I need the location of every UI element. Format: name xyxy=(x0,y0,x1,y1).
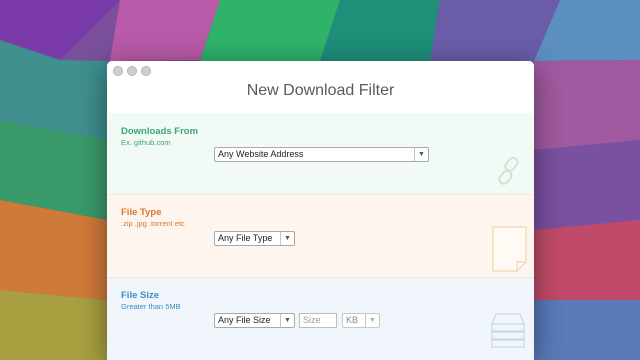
file-type-section: File Type .zip .jpg .torrent etc Any Fil… xyxy=(107,194,534,278)
file-type-dropdown[interactable]: Any File Type ▼ xyxy=(214,231,295,246)
file-type-value: Any File Type xyxy=(218,233,273,243)
downloads-from-section: Downloads From Ex. github.com Any Websit… xyxy=(107,113,534,194)
download-filter-window: New Download Filter Downloads From Ex. g… xyxy=(107,61,534,360)
drive-icon xyxy=(491,313,525,348)
file-size-dropdown[interactable]: Any File Size ▼ xyxy=(214,313,295,328)
size-input[interactable]: Size xyxy=(299,313,337,328)
file-size-title: File Size xyxy=(121,290,160,301)
chevron-down-icon: ▼ xyxy=(280,232,294,245)
file-size-value: Any File Size xyxy=(218,315,271,325)
file-type-subtitle: .zip .jpg .torrent etc xyxy=(121,219,185,228)
downloads-from-subtitle: Ex. github.com xyxy=(121,138,171,147)
website-address-value: Any Website Address xyxy=(218,149,304,159)
size-placeholder: Size xyxy=(303,315,321,325)
file-size-section: File Size Greater than 5MB Any File Size… xyxy=(107,277,534,360)
chevron-down-icon: ▼ xyxy=(280,314,294,327)
document-icon xyxy=(492,226,527,272)
chevron-down-icon: ▼ xyxy=(365,314,379,327)
window-title: New Download Filter xyxy=(246,82,395,99)
minimize-button[interactable] xyxy=(127,66,137,76)
unit-dropdown[interactable]: KB ▼ xyxy=(342,313,380,328)
website-address-dropdown[interactable]: Any Website Address ▼ xyxy=(214,147,429,162)
zoom-button[interactable] xyxy=(141,66,151,76)
link-icon xyxy=(498,156,519,185)
file-size-subtitle: Greater than 5MB xyxy=(121,302,181,311)
file-type-title: File Type xyxy=(121,207,162,218)
close-button[interactable] xyxy=(113,66,123,76)
chevron-down-icon: ▼ xyxy=(414,148,428,161)
unit-value: KB xyxy=(346,315,359,325)
title-bar: New Download Filter xyxy=(107,61,534,113)
downloads-from-title: Downloads From xyxy=(121,126,199,137)
